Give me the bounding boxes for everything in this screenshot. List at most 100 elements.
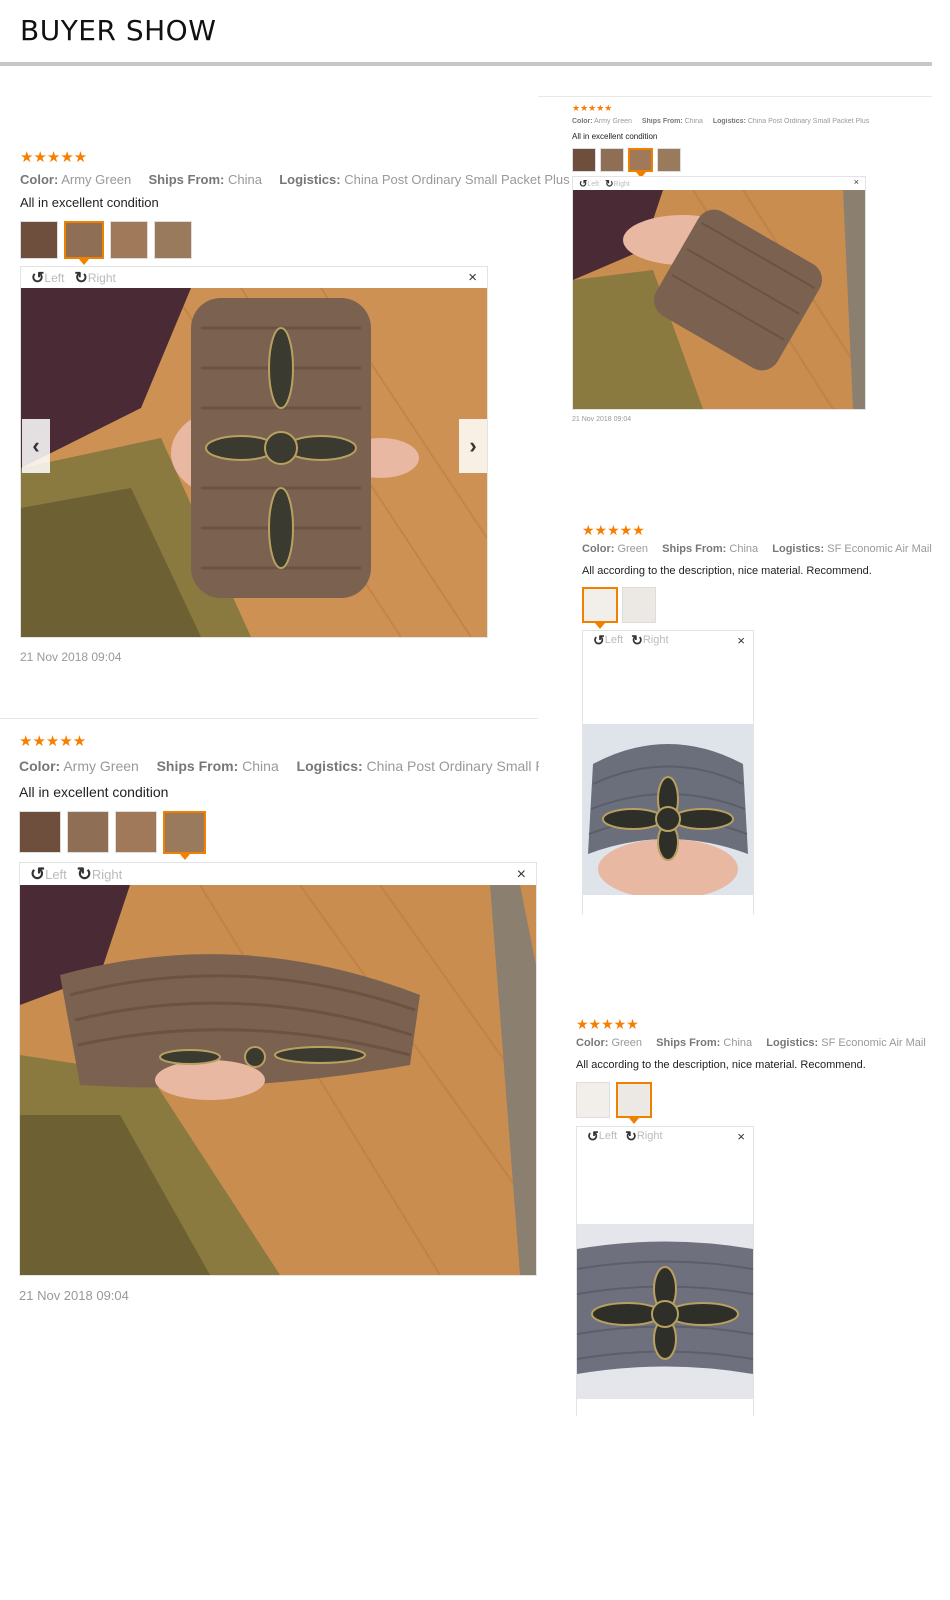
review-meta: Color: Army Green Ships From: China Logi… xyxy=(572,118,869,125)
rotate-left-label[interactable]: Left xyxy=(45,867,67,882)
next-image-button[interactable]: › xyxy=(459,419,487,473)
close-icon[interactable]: × xyxy=(468,269,477,286)
thumbnail[interactable] xyxy=(628,148,653,178)
thumbnail-strip xyxy=(582,587,656,629)
rotate-right-label[interactable]: Right xyxy=(88,271,116,285)
review-date: 21 Nov 2018 09:04 xyxy=(20,650,122,664)
thumbnail[interactable] xyxy=(64,221,104,265)
close-icon[interactable]: × xyxy=(737,1129,745,1144)
thumbnail[interactable] xyxy=(616,1082,652,1124)
close-icon[interactable]: × xyxy=(737,633,745,648)
color-label: Color: xyxy=(20,172,59,187)
color-label: Color: xyxy=(582,543,615,555)
review-photo xyxy=(20,885,536,1275)
rotate-right-icon[interactable]: ↻ xyxy=(605,179,613,190)
ships-from-value: China xyxy=(227,172,262,187)
rating-stars: ★★★★★ xyxy=(20,149,88,166)
ships-from-value: China xyxy=(684,118,703,125)
page-header: BUYER SHOW xyxy=(0,0,950,70)
thumbnail[interactable] xyxy=(110,221,148,259)
rotate-left-label[interactable]: Left xyxy=(605,634,623,646)
review-comment: All in excellent condition xyxy=(572,132,658,141)
viewer-toolbar: ↺ Left ↻ Right xyxy=(31,267,116,289)
viewer-toolbar: ↺ Left ↻ Right xyxy=(593,631,669,649)
rotate-right-label[interactable]: Right xyxy=(643,634,669,646)
section-divider xyxy=(538,96,932,97)
logistics-label: Logistics: xyxy=(766,1037,819,1049)
image-viewer: ↺ Left ↻ Right × xyxy=(576,1126,754,1416)
rating-stars: ★★★★★ xyxy=(576,1016,639,1032)
color-label: Color: xyxy=(572,118,593,125)
rotate-left-icon[interactable]: ↺ xyxy=(587,1128,599,1145)
ships-from-value: China xyxy=(242,758,279,774)
ships-from-value: China xyxy=(723,1037,753,1049)
rotate-right-label[interactable]: Right xyxy=(92,867,122,882)
close-icon[interactable]: × xyxy=(854,177,859,187)
review-card: ★★★★★ Color: Army Green Ships From: Chin… xyxy=(572,103,932,142)
logistics-value: China Post Ordinary Small Packet Plus xyxy=(747,118,870,125)
thumbnail[interactable] xyxy=(576,1082,610,1118)
prev-image-button[interactable]: ‹ xyxy=(22,419,50,473)
thumbnail[interactable] xyxy=(572,148,596,172)
logistics-value: China Post Ordinary Small Pack xyxy=(366,758,539,774)
thumbnail-strip xyxy=(576,1082,652,1124)
rotate-right-icon[interactable]: ↻ xyxy=(77,864,92,885)
logistics-label: Logistics: xyxy=(279,172,341,187)
thumbnail[interactable] xyxy=(154,221,192,259)
rotate-right-icon[interactable]: ↻ xyxy=(74,268,87,288)
image-viewer: ↺ Left ↻ Right × xyxy=(582,630,754,914)
review-meta: Color: Green Ships From: China Logistics… xyxy=(582,543,932,555)
color-value: Green xyxy=(611,1037,643,1049)
thumbnail[interactable] xyxy=(20,221,58,259)
thumbnail[interactable] xyxy=(19,811,61,853)
review-card: ★★★★★ Color: Army Green Ships From: Chin… xyxy=(20,149,570,210)
thumbnail[interactable] xyxy=(163,811,206,860)
review-card: ★★★★★ Color: Army Green Ships From: Chin… xyxy=(19,733,539,800)
rotate-right-icon[interactable]: ↻ xyxy=(625,1128,637,1145)
thumbnail[interactable] xyxy=(622,587,656,623)
color-label: Color: xyxy=(576,1037,609,1049)
review-card: ★★★★★ Color: Green Ships From: China Log… xyxy=(576,1016,932,1071)
rating-stars: ★★★★★ xyxy=(19,733,87,750)
thumbnail[interactable] xyxy=(600,148,624,172)
thumbnail[interactable] xyxy=(657,148,681,172)
image-viewer: ↺ Left ↻ Right × xyxy=(572,176,866,410)
thumbnail[interactable] xyxy=(67,811,109,853)
rotate-right-label[interactable]: Right xyxy=(637,1130,663,1142)
close-icon[interactable]: × xyxy=(517,866,526,884)
page-title: BUYER SHOW xyxy=(20,14,217,47)
rotate-left-label[interactable]: Left xyxy=(599,1130,617,1142)
review-meta: Color: Army Green Ships From: China Logi… xyxy=(19,758,539,774)
color-value: Green xyxy=(617,543,649,555)
review-photo xyxy=(21,288,487,637)
review-meta: Color: Green Ships From: China Logistics… xyxy=(576,1037,926,1049)
thumbnail-strip xyxy=(19,811,206,860)
rotate-left-label[interactable]: Left xyxy=(587,181,599,188)
review-comment: All in excellent condition xyxy=(20,195,159,210)
review-date: 21 Nov 2018 09:04 xyxy=(19,1288,129,1303)
image-viewer: ↺ Left ↻ Right × xyxy=(20,266,488,638)
logistics-value: China Post Ordinary Small Packet Plus xyxy=(344,172,570,187)
rotate-left-icon[interactable]: ↺ xyxy=(579,179,587,190)
ships-from-label: Ships From: xyxy=(156,758,239,774)
review-comment: All according to the description, nice m… xyxy=(576,1059,866,1071)
review-comment: All according to the description, nice m… xyxy=(582,565,872,577)
rotate-right-icon[interactable]: ↻ xyxy=(631,632,643,649)
ships-from-label: Ships From: xyxy=(662,543,727,555)
rating-stars: ★★★★★ xyxy=(572,103,613,113)
rotate-left-icon[interactable]: ↺ xyxy=(30,864,45,885)
rotate-left-label[interactable]: Left xyxy=(44,271,64,285)
thumbnail[interactable] xyxy=(582,587,618,629)
rotate-right-label[interactable]: Right xyxy=(613,181,629,188)
logistics-label: Logistics: xyxy=(296,758,363,774)
rotate-left-icon[interactable]: ↺ xyxy=(593,632,605,649)
rating-stars: ★★★★★ xyxy=(582,522,645,538)
logistics-value: SF Economic Air Mail xyxy=(821,1037,926,1049)
color-value: Army Green xyxy=(61,172,132,187)
ships-from-label: Ships From: xyxy=(656,1037,721,1049)
thumbnail-strip xyxy=(572,148,681,178)
rotate-left-icon[interactable]: ↺ xyxy=(31,268,44,288)
review-photo xyxy=(577,1224,753,1399)
thumbnail[interactable] xyxy=(115,811,157,853)
viewer-toolbar: ↺ Left ↻ Right xyxy=(587,1127,663,1145)
